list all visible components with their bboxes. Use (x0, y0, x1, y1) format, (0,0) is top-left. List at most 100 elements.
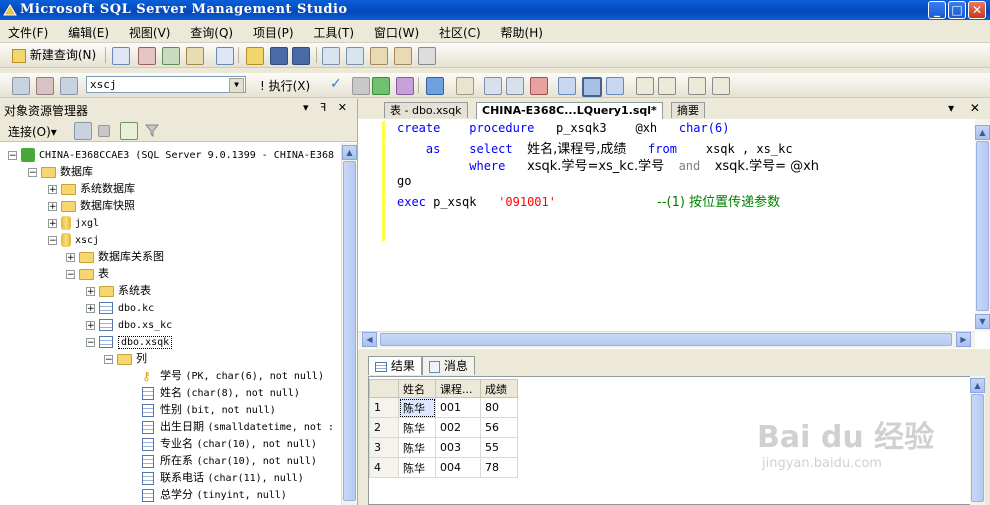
save-icon[interactable] (270, 47, 288, 65)
tree-node-columns[interactable]: − 列 (104, 351, 147, 367)
collapse-icon[interactable]: − (48, 235, 57, 245)
menu-window[interactable]: 窗口(W) (366, 20, 427, 41)
pane-controls[interactable]: ▾ ꟻ ✕ (303, 101, 351, 114)
increase-indent-icon[interactable] (712, 77, 730, 95)
cell-name[interactable]: 陈华 (398, 397, 436, 418)
filter-icon[interactable] (144, 122, 160, 138)
chevron-down-icon[interactable]: ▼ (229, 78, 244, 93)
editor-close-controls[interactable]: ▾ ✕ (948, 101, 986, 115)
results-file-icon[interactable] (606, 77, 624, 95)
mobile-query-icon[interactable] (186, 47, 204, 65)
object-tree[interactable]: − CHINA-E368CCAE3 (SQL Server 9.0.1399 - … (0, 143, 340, 505)
new-file-icon[interactable] (112, 47, 130, 65)
tree-node-snapshots[interactable]: + 数据库快照 (48, 198, 135, 214)
scroll-right-icon[interactable]: ▶ (956, 332, 971, 347)
uncomment-icon[interactable] (658, 77, 676, 95)
expand-icon[interactable]: + (48, 218, 57, 228)
scroll-thumb[interactable] (380, 333, 952, 346)
scroll-thumb[interactable] (971, 394, 984, 502)
include-plan-icon[interactable] (484, 77, 502, 95)
menu-community[interactable]: 社区(C) (431, 20, 489, 41)
tree-node-tables[interactable]: − 表 (66, 266, 109, 282)
results-text-icon[interactable] (530, 77, 548, 95)
tab-results[interactable]: 结果 (368, 356, 422, 375)
tab-query1[interactable]: CHINA-E368C...LQuery1.sql* (476, 102, 663, 119)
row-number[interactable]: 3 (369, 437, 399, 458)
change-connection-icon[interactable] (60, 77, 78, 95)
tree-node-table-xs-kc[interactable]: + dbo.xs_kc (86, 317, 172, 333)
tab-messages[interactable]: 消息 (422, 356, 475, 375)
menu-file[interactable]: 文件(F) (0, 20, 56, 41)
editor-vertical-scrollbar[interactable]: ▲ ▼ (975, 119, 990, 331)
maximize-button[interactable]: □ (948, 1, 966, 19)
scroll-thumb[interactable] (976, 141, 989, 311)
connect-icon[interactable] (12, 77, 30, 95)
cell-name[interactable]: 陈华 (398, 457, 436, 478)
tree-node-diagrams[interactable]: + 数据库关系图 (66, 249, 164, 265)
cell-course[interactable]: 002 (435, 417, 481, 438)
connect-button[interactable]: 连接(O)▾ (8, 123, 57, 140)
database-select[interactable]: xscj ▼ (86, 76, 246, 93)
expand-icon[interactable]: + (66, 252, 75, 262)
column-header[interactable]: 课程... (435, 379, 481, 398)
connect-icon[interactable] (74, 122, 92, 140)
template-explorer-icon[interactable] (370, 47, 388, 65)
tree-scrollbar[interactable]: ▲ (341, 143, 357, 505)
stop-icon[interactable] (98, 125, 110, 137)
tree-node-table-xsqk[interactable]: − dbo.xsqk (86, 334, 173, 350)
parse-check-icon[interactable]: ✓ (330, 77, 346, 93)
column-header[interactable]: 姓名 (398, 379, 436, 398)
table-row[interactable]: 1 陈华 001 80 (369, 397, 518, 418)
save-all-icon[interactable] (292, 47, 310, 65)
menu-tools[interactable]: 工具(T) (305, 20, 362, 41)
object-explorer-icon[interactable] (346, 47, 364, 65)
refresh-icon[interactable] (120, 122, 138, 140)
query-designer-icon[interactable] (396, 77, 414, 95)
results-scrollbar[interactable]: ▲ (970, 376, 985, 505)
table-row[interactable]: 2 陈华 002 56 (369, 417, 518, 438)
tree-node-column[interactable]: 性别 (bit, not null) (142, 402, 276, 418)
tree-node-column[interactable]: ⚷ 学号 (PK, char(6), not null) (142, 368, 324, 384)
display-plan-icon[interactable] (372, 77, 390, 95)
decrease-indent-icon[interactable] (688, 77, 706, 95)
collapse-icon[interactable]: − (66, 269, 75, 279)
cell-score[interactable]: 80 (480, 397, 518, 418)
scroll-left-icon[interactable]: ◀ (362, 332, 377, 347)
expand-icon[interactable]: + (86, 320, 95, 330)
cell-score[interactable]: 56 (480, 417, 518, 438)
execute-button[interactable]: ! 执行(X) (260, 77, 310, 94)
row-number[interactable]: 4 (369, 457, 399, 478)
cancel-query-icon[interactable] (352, 77, 370, 95)
db-engine-query-icon[interactable] (138, 47, 156, 65)
editor-horizontal-scrollbar[interactable]: ◀ ▶ (358, 331, 975, 348)
menu-view[interactable]: 视图(V) (121, 20, 179, 41)
tree-node-system-tables[interactable]: + 系统表 (86, 283, 151, 299)
cell-course[interactable]: 001 (435, 397, 481, 418)
collapse-icon[interactable]: − (104, 354, 113, 364)
disconnect-icon[interactable] (36, 77, 54, 95)
client-stats-icon[interactable] (506, 77, 524, 95)
collapse-icon[interactable]: − (86, 337, 95, 347)
expand-icon[interactable]: + (86, 286, 95, 296)
comment-icon[interactable] (636, 77, 654, 95)
expand-icon[interactable]: + (48, 184, 57, 194)
expand-icon[interactable]: + (86, 303, 95, 313)
row-number[interactable]: 2 (369, 417, 399, 438)
collapse-icon[interactable]: − (28, 167, 37, 177)
document-icon[interactable] (216, 47, 234, 65)
minimize-button[interactable]: _ (928, 1, 946, 19)
expand-icon[interactable]: + (48, 201, 57, 211)
menu-help[interactable]: 帮助(H) (493, 20, 551, 41)
table-row[interactable]: 4 陈华 004 78 (369, 457, 518, 478)
registered-servers-icon[interactable] (322, 47, 340, 65)
column-header[interactable]: 成绩 (480, 379, 518, 398)
row-number[interactable]: 1 (369, 397, 399, 418)
tree-node-server[interactable]: − CHINA-E368CCAE3 (SQL Server 9.0.1399 - … (8, 147, 334, 163)
cell-course[interactable]: 003 (435, 437, 481, 458)
tree-node-table-kc[interactable]: + dbo.kc (86, 300, 154, 316)
scroll-up-icon[interactable]: ▲ (970, 378, 985, 393)
cell-course[interactable]: 004 (435, 457, 481, 478)
results-grid-icon[interactable] (582, 77, 602, 97)
tree-node-db-xscj[interactable]: − xscj (48, 232, 99, 248)
menu-query[interactable]: 查询(Q) (182, 20, 241, 41)
